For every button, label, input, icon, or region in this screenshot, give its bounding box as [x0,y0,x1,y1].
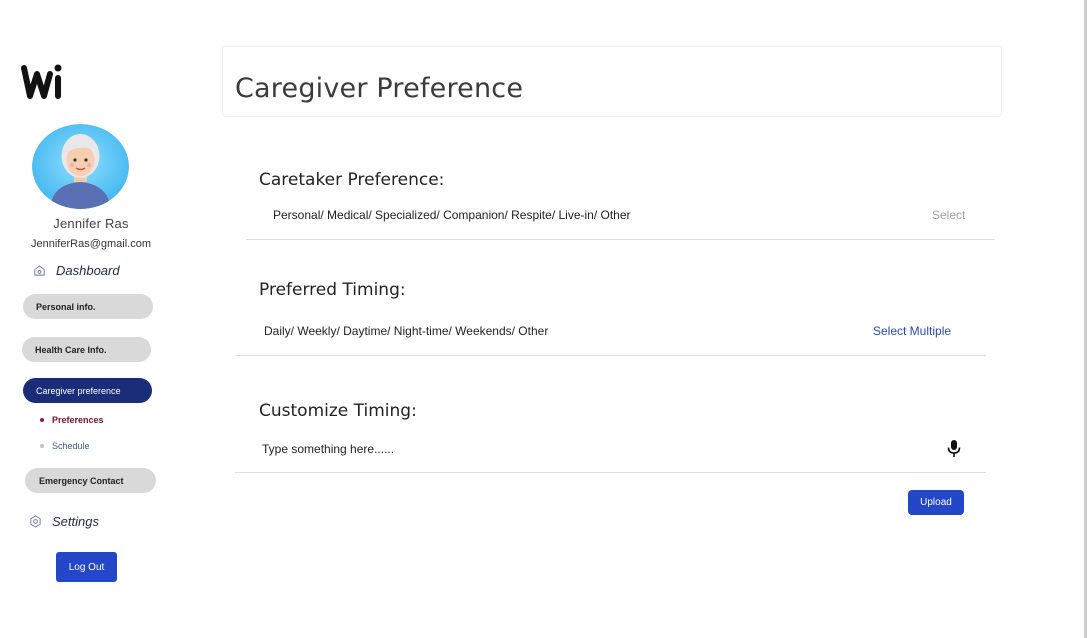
sidebar-item-caregiver-preference[interactable]: Caregiver preference [23,378,152,403]
divider [235,355,986,356]
sidebar-item-label: Health Care Info. [35,344,107,355]
subitem-label: Preferences [52,415,104,425]
user-email: JenniferRas@gmail.com [31,238,151,250]
home-icon [34,265,45,276]
sidebar-item-health-care-info[interactable]: Health Care Info. [22,337,151,362]
logout-button[interactable]: Log Out [56,552,117,582]
title-card: Caregiver Preference [222,46,1002,117]
gear-icon [30,515,41,528]
microphone-icon[interactable] [946,439,962,458]
sidebar-item-label: Settings [52,514,99,529]
user-name: Jennifer Ras [53,216,129,231]
avatar [32,124,129,209]
subitem-label: Schedule [52,441,90,451]
sidebar-item-personal-info[interactable]: Personal info. [23,294,153,319]
upload-button[interactable]: Upload [908,490,964,515]
sidebar-item-settings[interactable]: Settings [29,514,99,529]
caretaker-options: Personal/ Medical/ Specialized/ Companio… [273,208,631,222]
caretaker-select-button[interactable]: Select [932,208,965,222]
divider [235,472,986,473]
timing-heading: Preferred Timing: [259,280,406,300]
customize-timing-input[interactable] [262,440,922,458]
page-title: Caregiver Preference [235,73,524,104]
sidebar-item-label: Emergency Contact [39,475,124,486]
sidebar-item-emergency-contact[interactable]: Emergency Contact [25,468,156,493]
sidebar-item-label: Dashboard [56,263,120,278]
divider [246,239,995,240]
sidebar-item-label: Personal info. [36,301,96,312]
timing-options: Daily/ Weekly/ Daytime/ Night-time/ Week… [264,324,549,338]
timing-select-multiple-button[interactable]: Select Multiple [873,324,951,338]
bullet-icon [40,444,44,448]
sidebar-item-dashboard[interactable]: Dashboard [33,263,120,278]
subitem-schedule[interactable]: Schedule [40,441,90,451]
bullet-icon [40,418,44,422]
caretaker-heading: Caretaker Preference: [259,170,445,190]
sidebar-item-label: Caregiver preference [36,385,121,396]
customize-heading: Customize Timing: [259,401,417,421]
subitem-preferences[interactable]: Preferences [40,415,104,425]
app-logo [20,60,64,102]
